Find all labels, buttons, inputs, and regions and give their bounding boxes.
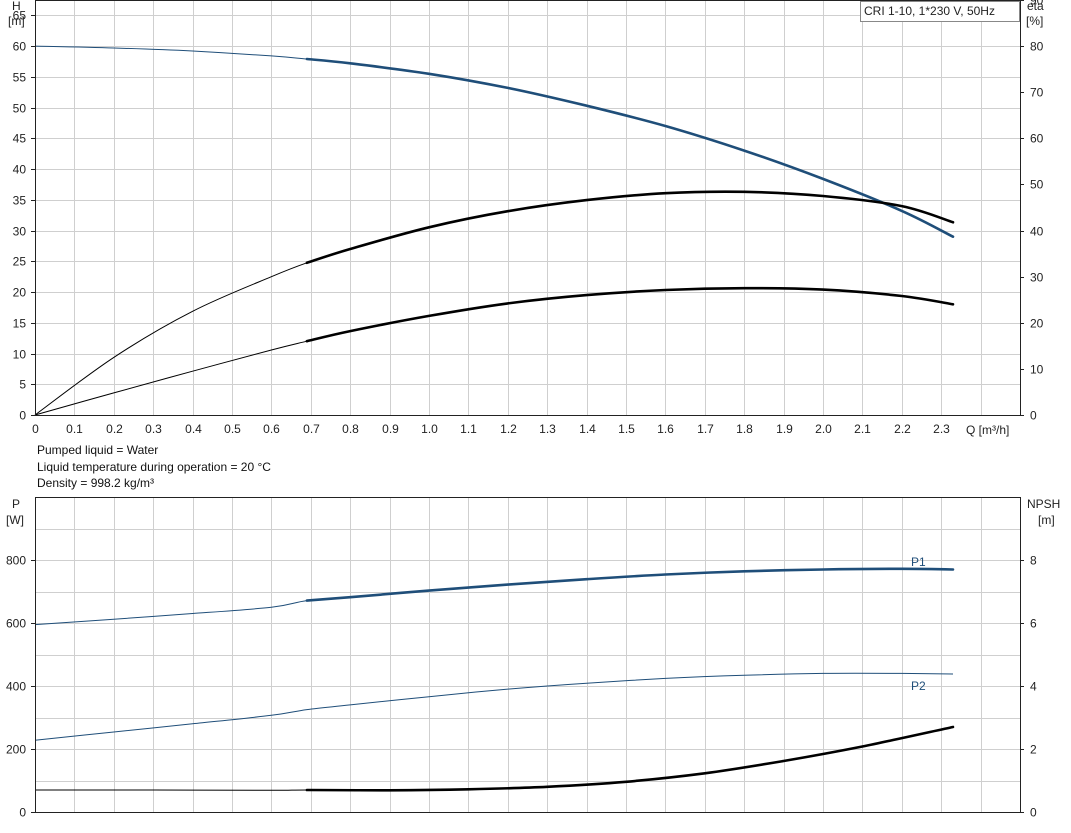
x-tick-label: 2.3 [933, 422, 950, 436]
bottom-right-tick-label: 8 [1030, 554, 1037, 568]
x-tick-label: 1.2 [500, 422, 517, 436]
bottom-left-tick-label: 600 [6, 617, 26, 631]
bottom-series-1-thin [34, 672, 954, 741]
top-chart-series [34, 45, 955, 416]
x-tick-label: 2.1 [854, 422, 871, 436]
top-right-tick-label: 10 [1030, 363, 1044, 377]
top-right-tick-label: 80 [1030, 40, 1044, 54]
bottom-series-0-thin [34, 568, 954, 626]
top-left-tick-label: 20 [13, 286, 27, 300]
x-tick-label: 1.1 [460, 422, 477, 436]
x-tick-label: 1.4 [579, 422, 596, 436]
bottom-left-axis-title-1: P [12, 497, 20, 511]
top-left-tick-label: 50 [13, 102, 27, 116]
x-tick-label: 1.8 [736, 422, 753, 436]
top-series-1-thin [34, 191, 954, 416]
x-tick-label: 0.2 [106, 422, 123, 436]
top-series-2-operating [305, 286, 955, 343]
note-density: Density = 998.2 kg/m³ [37, 476, 155, 490]
bottom-series-0-operating [305, 567, 955, 602]
x-tick-label: 0.8 [342, 422, 359, 436]
top-chart-tick-labels: 0 0.1 0.2 0.3 0.4 0.5 0.6 0.7 0.8 0.9 1.0 1.1 1.2 1.3… [13, 0, 1044, 436]
top-left-tick-label: 25 [13, 255, 27, 269]
top-left-tick-label: 10 [13, 348, 27, 362]
legend-box-text: CRI 1-10, 1*230 V, 50Hz [864, 4, 995, 18]
bottom-left-tick-label: 400 [6, 680, 26, 694]
x-tick-label: 0.3 [145, 422, 162, 436]
bottom-right-axis-title-1: NPSH [1027, 497, 1060, 511]
top-right-tick-label: 70 [1030, 86, 1044, 100]
bottom-right-tick-label: 6 [1030, 617, 1037, 631]
bottom-series-2-operating [305, 725, 955, 792]
top-series-0-operating [305, 57, 955, 238]
top-left-tick-label: 55 [13, 71, 27, 85]
x-tick-label: 1.5 [618, 422, 635, 436]
pumped-liquid-notes: Pumped liquid = Water Liquid temperature… [37, 442, 271, 492]
x-tick-label: 1.7 [697, 422, 714, 436]
top-left-tick-label: 30 [13, 225, 27, 239]
x-tick-label: 0.5 [224, 422, 241, 436]
top-left-tick-label: 40 [13, 163, 27, 177]
p2-series-label: P2 [911, 679, 926, 693]
top-x-axis-title: Q [m³/h] [966, 423, 1009, 437]
bottom-chart-grid [31, 497, 1024, 813]
top-series-0-thin [34, 45, 954, 238]
top-left-axis-title-1: H [12, 0, 21, 13]
x-tick-label: 1.9 [776, 422, 793, 436]
p1-series-label: P1 [911, 555, 926, 569]
x-tick-label: 0.6 [263, 422, 280, 436]
top-right-axis-title-2: [%] [1026, 14, 1043, 28]
x-tick-label: 1.0 [421, 422, 438, 436]
bottom-left-tick-label: 800 [6, 554, 26, 568]
top-left-tick-label: 5 [19, 378, 26, 392]
top-left-tick-label: 15 [13, 317, 27, 331]
note-pumped-liquid: Pumped liquid = Water [37, 443, 159, 457]
top-left-tick-label: 35 [13, 194, 27, 208]
top-right-tick-label: 60 [1030, 132, 1044, 146]
bottom-right-axis-title-2: [m] [1038, 513, 1055, 527]
bottom-left-tick-label: 0 [19, 806, 26, 820]
top-series-1-operating [305, 190, 955, 265]
pump-curve-chart: 0 0.1 0.2 0.3 0.4 0.5 0.6 0.7 0.8 0.9 1.0 1.1 1.2 1.3… [6, 0, 1060, 820]
x-tick-label: 2.2 [894, 422, 911, 436]
x-tick-label: 0.9 [382, 422, 399, 436]
top-left-tick-label: 60 [13, 40, 27, 54]
top-right-tick-label: 30 [1030, 271, 1044, 285]
x-tick-label: 0.1 [66, 422, 83, 436]
bottom-right-tick-label: 0 [1030, 806, 1037, 820]
x-tick-label: 1.6 [657, 422, 674, 436]
x-tick-label: 0.4 [185, 422, 202, 436]
bottom-right-tick-label: 2 [1030, 743, 1037, 757]
top-right-tick-label: 50 [1030, 178, 1044, 192]
x-tick-label: 1.3 [539, 422, 556, 436]
bottom-series-2-thin [34, 726, 954, 791]
bottom-left-axis-title-2: [W] [6, 513, 24, 527]
top-left-tick-label: 45 [13, 132, 27, 146]
bottom-chart-series [34, 567, 955, 792]
bottom-right-tick-label: 4 [1030, 680, 1037, 694]
bottom-left-tick-label: 200 [6, 743, 26, 757]
x-tick-label: 2.0 [815, 422, 832, 436]
top-right-axis-title-1: eta [1027, 0, 1044, 13]
top-left-axis-title-2: [m] [8, 14, 25, 28]
x-tick-label: 0.7 [303, 422, 320, 436]
note-liquid-temperature: Liquid temperature during operation = 20… [37, 459, 271, 474]
top-right-tick-label: 40 [1030, 225, 1044, 239]
top-left-tick-label: 0 [19, 409, 26, 423]
x-tick-label: 0 [32, 422, 39, 436]
top-right-tick-label: 20 [1030, 317, 1044, 331]
top-right-tick-label: 0 [1030, 409, 1037, 423]
top-series-2-thin [34, 287, 954, 416]
